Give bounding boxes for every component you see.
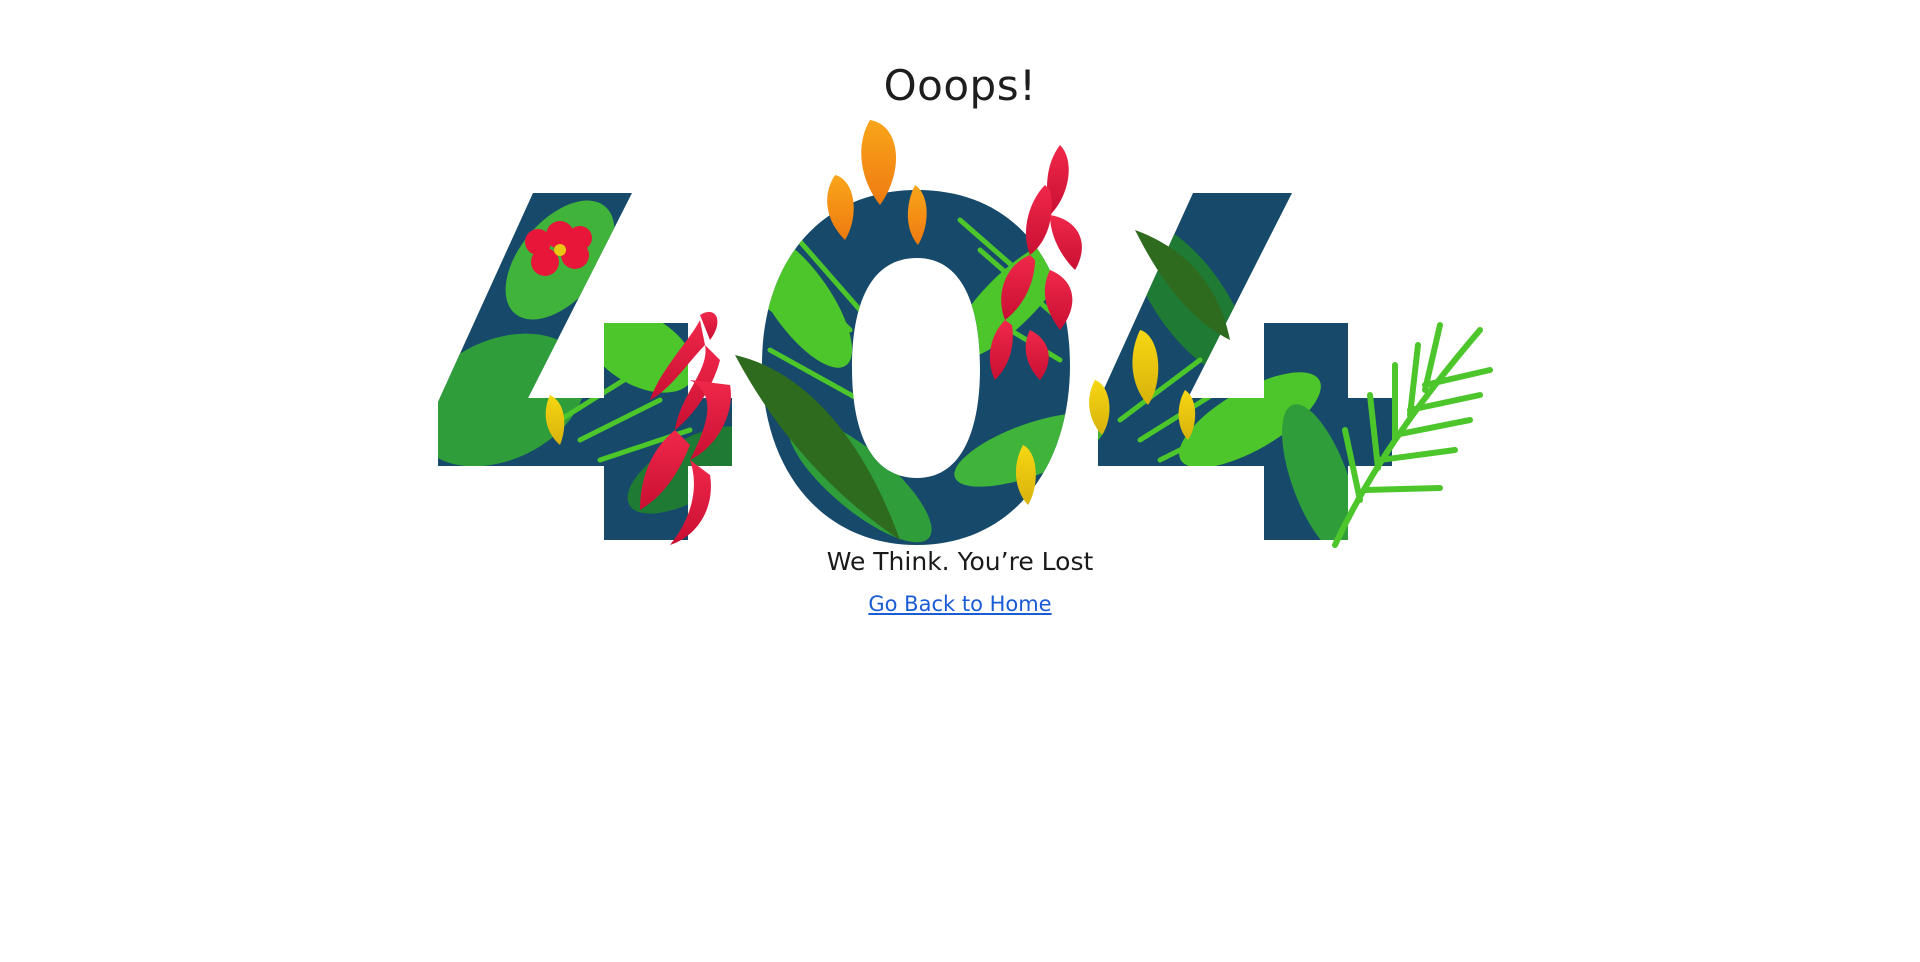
error-page: Ooops! We Think. You’re Lost Go Back to … xyxy=(0,0,1920,962)
page-title: Ooops! xyxy=(883,61,1037,110)
tropical-404-illustration xyxy=(438,120,1493,548)
error-message: We Think. You’re Lost xyxy=(826,547,1094,576)
go-back-home-link[interactable]: Go Back to Home xyxy=(868,592,1051,616)
home-link-container: Go Back to Home xyxy=(0,590,1920,620)
